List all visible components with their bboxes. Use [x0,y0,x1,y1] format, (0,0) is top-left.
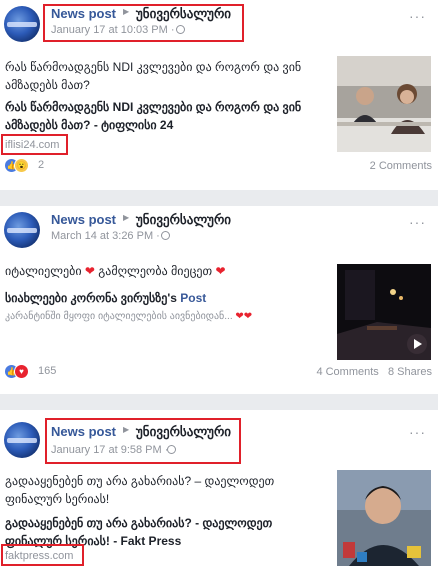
post-link[interactable]: Post [180,291,206,305]
post-card: News post ▶ უნივერსალური January 17 at 9… [0,410,438,566]
link-thumbnail[interactable] [337,470,431,566]
post-timestamp[interactable]: March 14 at 3:26 PM · [51,230,160,242]
group-name-link[interactable]: უნივერსალური [136,212,231,228]
globe-icon [161,231,170,240]
post-card: News post ▶ უნივერსალური January 17 at 1… [0,0,438,190]
post-text: გადააყენებენ თუ არა გახარიას? – დაელოდეთ… [5,474,275,506]
link-thumbnail[interactable] [337,56,431,152]
link-snippet: კარანტინში მყოფი იტალიელების აივნებიდან.… [5,311,252,322]
link-title-text: სიახლეები კორონა ვირუსზე's [5,291,177,305]
highlight-box [45,418,241,464]
wow-icon: 😮 [14,158,29,173]
post-card: News post ▶ უნივერსალური March 14 at 3:2… [0,206,438,394]
reaction-count: 165 [38,365,57,377]
post-text-part: გამღლეობა მიეცეთ [98,264,213,278]
avatar[interactable] [4,6,40,42]
more-options-icon[interactable]: ··· [409,8,426,24]
comments-count[interactable]: 2 Comments [370,160,432,172]
highlight-box [1,134,68,155]
shares-count[interactable]: 8 Shares [388,366,432,378]
arrow-right-icon: ▶ [123,213,130,222]
comments-count[interactable]: 4 Comments [316,366,378,378]
heart-icon: ❤ [84,264,95,278]
more-options-icon[interactable]: ··· [409,424,426,440]
snippet-text: კარანტინში მყოფი იტალიელების აივნებიდან.… [5,311,233,322]
highlight-box [1,544,84,566]
link-title[interactable]: სიახლეები კორონა ვირუსზე's Post [5,289,327,307]
heart-icon: ❤❤ [235,311,253,322]
avatar[interactable] [4,422,40,458]
post-header: News post ▶ უნივერსალური January 17 at 1… [0,0,438,44]
love-icon: ♥ [14,364,29,379]
heart-icon: ❤ [215,264,226,278]
post-header: News post ▶ უნივერსალური March 14 at 3:2… [0,206,438,250]
link-thumbnail[interactable] [337,264,431,360]
post-text-part: იტალიელები [5,264,82,278]
highlight-box [43,4,244,42]
engagement-stats: 4 Comments 8 Shares [316,366,432,378]
link-title[interactable]: რას წარმოადგენს NDI კვლევები და როგორ და… [5,98,327,134]
avatar[interactable] [4,212,40,248]
post-text: იტალიელები ❤ გამღლეობა მიეცეთ ❤ [5,262,327,280]
post-header: News post ▶ უნივერსალური January 17 at 9… [0,410,438,464]
page-name-link[interactable]: News post [51,212,116,227]
post-text: რას წარმოადგენს NDI კვლევები და როგორ და… [5,60,302,92]
reaction-count: 2 [38,159,45,171]
more-options-icon[interactable]: ··· [409,214,426,230]
